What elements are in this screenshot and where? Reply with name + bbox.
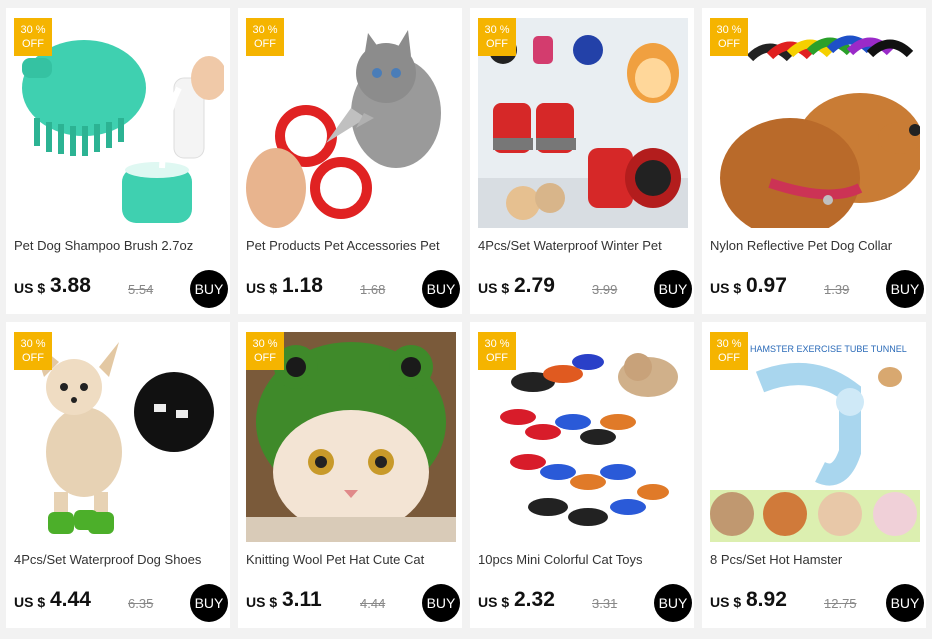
- product-title[interactable]: Pet Products Pet Accessories Pet: [246, 238, 456, 253]
- price-row: US $ 4.44 6.35 BUY: [14, 584, 228, 622]
- currency-label: US $: [478, 594, 510, 610]
- product-grid: 30 % OFF Pet Dog Shampoo Brush 2.7oz US …: [0, 0, 932, 639]
- product-title[interactable]: 4Pcs/Set Waterproof Dog Shoes: [14, 552, 224, 567]
- discount-off: OFF: [486, 352, 508, 364]
- currency-label: US $: [14, 594, 46, 610]
- currency-label: US $: [246, 594, 278, 610]
- product-card[interactable]: HAMSTER EXERCISE TUBE TUNNEL 30 % OFF 8 …: [702, 322, 926, 628]
- currency-label: US $: [246, 280, 278, 296]
- original-price: 4.44: [360, 596, 386, 611]
- sale-price: 2.79: [514, 274, 555, 297]
- buy-button[interactable]: BUY: [654, 270, 692, 308]
- discount-badge: 30 % OFF: [478, 18, 516, 56]
- discount-percent: 30 %: [484, 24, 510, 36]
- price-row: US $ 3.88 5.54 BUY: [14, 270, 228, 308]
- product-image[interactable]: 30 % OFF: [246, 332, 456, 542]
- product-card[interactable]: 30 % OFF Pet Dog Shampoo Brush 2.7oz US …: [6, 8, 230, 314]
- currency-label: US $: [14, 280, 46, 296]
- product-card[interactable]: 30 % OFF Nylon Reflective Pet Dog Collar…: [702, 8, 926, 314]
- product-title[interactable]: 8 Pcs/Set Hot Hamster: [710, 552, 920, 567]
- currency-label: US $: [710, 280, 742, 296]
- buy-button[interactable]: BUY: [886, 584, 924, 622]
- discount-off: OFF: [718, 38, 740, 50]
- price-row: US $ 2.32 3.31 BUY: [478, 584, 692, 622]
- buy-button[interactable]: BUY: [654, 584, 692, 622]
- discount-percent: 30 %: [484, 338, 510, 350]
- product-image[interactable]: 30 % OFF: [478, 18, 688, 228]
- discount-off: OFF: [22, 352, 44, 364]
- discount-badge: 30 % OFF: [14, 332, 52, 370]
- buy-button[interactable]: BUY: [422, 270, 460, 308]
- product-image[interactable]: 30 % OFF: [246, 18, 456, 228]
- price-row: US $ 2.79 3.99 BUY: [478, 270, 692, 308]
- discount-badge: 30 % OFF: [14, 18, 52, 56]
- hamster-banner-text: HAMSTER EXERCISE TUBE TUNNEL: [750, 344, 907, 354]
- discount-percent: 30 %: [716, 24, 742, 36]
- original-price: 6.35: [128, 596, 154, 611]
- price-row: US $ 3.11 4.44 BUY: [246, 584, 460, 622]
- price-row: US $ 0.97 1.39 BUY: [710, 270, 924, 308]
- product-image[interactable]: 30 % OFF: [478, 332, 688, 542]
- product-title[interactable]: 10pcs Mini Colorful Cat Toys: [478, 552, 688, 567]
- original-price: 3.99: [592, 282, 618, 297]
- discount-badge: 30 % OFF: [710, 332, 748, 370]
- original-price: 12.75: [824, 596, 857, 611]
- discount-badge: 30 % OFF: [246, 18, 284, 56]
- buy-button[interactable]: BUY: [422, 584, 460, 622]
- original-price: 5.54: [128, 282, 154, 297]
- currency-label: US $: [710, 594, 742, 610]
- original-price: 3.31: [592, 596, 618, 611]
- original-price: 1.39: [824, 282, 850, 297]
- product-card[interactable]: 30 % OFF Pet Products Pet Accessories Pe…: [238, 8, 462, 314]
- price-row: US $ 1.18 1.68 BUY: [246, 270, 460, 308]
- discount-off: OFF: [254, 38, 276, 50]
- product-image[interactable]: HAMSTER EXERCISE TUBE TUNNEL 30 % OFF: [710, 332, 920, 542]
- discount-percent: 30 %: [716, 338, 742, 350]
- sale-price: 4.44: [50, 588, 91, 611]
- buy-button[interactable]: BUY: [190, 270, 228, 308]
- price-row: US $ 8.92 12.75 BUY: [710, 584, 924, 622]
- product-title[interactable]: 4Pcs/Set Waterproof Winter Pet: [478, 238, 688, 253]
- sale-price: 8.92: [746, 588, 787, 611]
- buy-button[interactable]: BUY: [190, 584, 228, 622]
- discount-off: OFF: [718, 352, 740, 364]
- sale-price: 3.88: [50, 274, 91, 297]
- sale-price: 1.18: [282, 274, 323, 297]
- product-card[interactable]: 30 % OFF 4Pcs/Set Waterproof Winter Pet …: [470, 8, 694, 314]
- product-image[interactable]: 30 % OFF: [14, 332, 224, 542]
- product-image[interactable]: 30 % OFF: [710, 18, 920, 228]
- discount-badge: 30 % OFF: [478, 332, 516, 370]
- buy-button[interactable]: BUY: [886, 270, 924, 308]
- discount-off: OFF: [486, 38, 508, 50]
- discount-percent: 30 %: [20, 338, 46, 350]
- discount-percent: 30 %: [20, 24, 46, 36]
- product-image[interactable]: 30 % OFF: [14, 18, 224, 228]
- discount-percent: 30 %: [252, 24, 278, 36]
- discount-off: OFF: [254, 352, 276, 364]
- discount-off: OFF: [22, 38, 44, 50]
- product-title[interactable]: Nylon Reflective Pet Dog Collar: [710, 238, 920, 253]
- product-card[interactable]: 30 % OFF 4Pcs/Set Waterproof Dog Shoes U…: [6, 322, 230, 628]
- discount-badge: 30 % OFF: [710, 18, 748, 56]
- discount-badge: 30 % OFF: [246, 332, 284, 370]
- sale-price: 2.32: [514, 588, 555, 611]
- product-card[interactable]: 30 % OFF 10pcs Mini Colorful Cat Toys US…: [470, 322, 694, 628]
- sale-price: 3.11: [282, 588, 322, 611]
- discount-percent: 30 %: [252, 338, 278, 350]
- product-card[interactable]: 30 % OFF Knitting Wool Pet Hat Cute Cat …: [238, 322, 462, 628]
- currency-label: US $: [478, 280, 510, 296]
- sale-price: 0.97: [746, 274, 787, 297]
- product-title[interactable]: Pet Dog Shampoo Brush 2.7oz: [14, 238, 224, 253]
- product-title[interactable]: Knitting Wool Pet Hat Cute Cat: [246, 552, 456, 567]
- original-price: 1.68: [360, 282, 386, 297]
